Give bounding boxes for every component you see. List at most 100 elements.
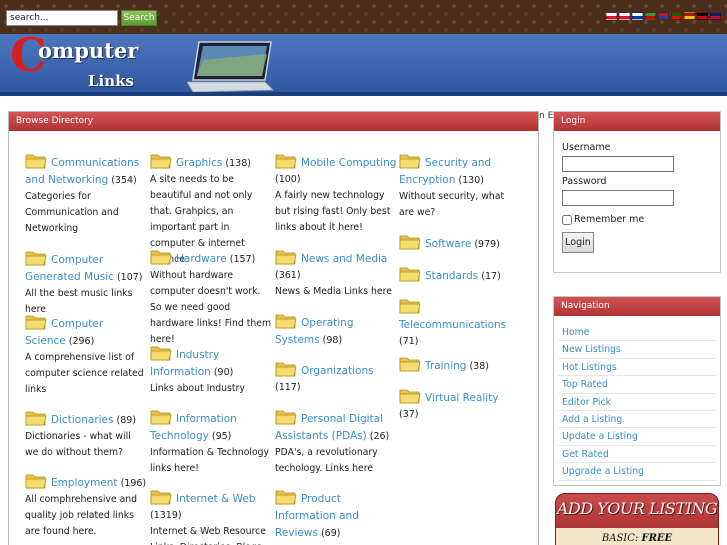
folder-icon — [399, 154, 421, 169]
category-link[interactable]: Training — [425, 360, 466, 372]
basic-label: BASIC: — [601, 533, 639, 544]
category-item: Training (38) — [399, 355, 521, 375]
browse-directory-panel: Browse Directory Communications and Netw… — [8, 111, 539, 545]
category-item: Communications and Networking (354) Categ… — [25, 152, 147, 237]
category-link[interactable]: Organizations — [301, 365, 374, 377]
category-link[interactable]: Standards — [425, 270, 478, 282]
category-description: All comphrehensive and quality job relat… — [25, 494, 138, 537]
category-item: News and Media (361) News & Media Links h… — [275, 248, 397, 300]
folder-icon — [399, 299, 421, 314]
portugal-flag-icon[interactable] — [671, 12, 682, 20]
navigation-link[interactable]: Home — [562, 327, 589, 338]
navigation-list: Home New Listings Hot Listings Top Rated Edi… — [554, 324, 720, 481]
laptop-icon — [186, 41, 274, 93]
spain-flag-icon[interactable] — [684, 12, 695, 20]
category-link[interactable]: Mobile Computing — [301, 157, 396, 169]
add-listing-banner[interactable]: ADD YOUR LISTING BASIC: FREE — [555, 493, 719, 545]
category-link[interactable]: Internet & Web — [176, 493, 255, 505]
category-item: Security and Encryption (130) Without sec… — [399, 152, 521, 221]
folder-icon — [275, 314, 297, 329]
navigation-link[interactable]: Get Rated — [562, 449, 609, 460]
category-description: A comprehensive list of computer science… — [25, 352, 144, 395]
username-label: Username — [562, 142, 611, 153]
uk-flag-icon[interactable] — [710, 12, 721, 20]
remember-me-checkbox[interactable] — [562, 214, 572, 225]
category-link[interactable]: News and Media — [301, 253, 387, 265]
logo-subword: Links — [88, 72, 134, 90]
category-link[interactable]: Software — [425, 238, 471, 250]
category-item: Operating Systems (98) — [275, 312, 397, 349]
navigation-panel: Navigation Home New Listings Hot Listings T… — [553, 296, 721, 486]
username-field[interactable] — [562, 156, 674, 172]
folder-icon — [399, 267, 421, 282]
navigation-link[interactable]: Editor Pick — [562, 397, 611, 408]
georgia-flag-icon[interactable] — [606, 12, 617, 20]
top-bar: Search — [0, 0, 727, 34]
remember-me-label: Remember me — [574, 214, 645, 225]
navigation-link[interactable]: New Listings — [562, 344, 621, 355]
category-link[interactable]: Dictionaries — [51, 414, 114, 426]
navigation-link[interactable]: Top Rated — [562, 379, 608, 390]
category-count: (1319) — [150, 510, 182, 521]
category-description: Without hardware computer doesn't work. … — [150, 270, 272, 345]
category-link[interactable]: Virtual Reality — [425, 392, 499, 404]
overflow-text: n E — [539, 111, 553, 121]
category-count: (296) — [68, 336, 95, 347]
category-count: (89) — [116, 415, 137, 426]
category-count: (157) — [229, 254, 256, 265]
header-stripe — [0, 92, 727, 96]
folder-icon — [25, 474, 47, 489]
category-link[interactable]: Employment — [51, 477, 118, 489]
navigation-item: Top Rated — [558, 376, 716, 394]
category-item: Computer Generated Music (107) All the be… — [25, 249, 147, 318]
category-count: (26) — [369, 431, 390, 442]
navigation-title: Navigation — [554, 297, 720, 316]
category-description: A fairly new technology but rising fast!… — [275, 190, 391, 233]
category-count: (361) — [275, 270, 301, 281]
category-item: Dictionaries (89) Dictionaries - what wil… — [25, 409, 147, 461]
folder-icon — [150, 346, 172, 361]
browse-directory-title: Browse Directory — [9, 112, 538, 131]
navigation-item: Get Rated — [558, 446, 716, 464]
search-button[interactable]: Search — [121, 10, 157, 26]
login-button[interactable]: Login — [562, 232, 594, 253]
category-item: Internet & Web (1319) Internet & Web Reso… — [150, 488, 272, 545]
category-count: (130) — [458, 175, 484, 186]
folder-icon — [399, 357, 421, 372]
search-input[interactable] — [6, 10, 118, 26]
category-description: Information & Technology links here! — [150, 447, 270, 474]
basic-price-value: FREE — [641, 533, 673, 544]
navigation-link[interactable]: Update a Listing — [562, 431, 638, 442]
category-item: Organizations (117) — [275, 360, 397, 396]
category-item: Telecommunications (71) — [399, 297, 521, 350]
navigation-item: New Listings — [558, 341, 716, 359]
category-link[interactable]: Hardware — [176, 253, 227, 265]
category-count: (979) — [474, 239, 500, 250]
category-description: Dictionaries - what will we do without t… — [25, 431, 131, 458]
add-listing-title: ADD YOUR LISTING — [556, 499, 718, 518]
navigation-link[interactable]: Upgrade a Listing — [562, 466, 644, 477]
folder-icon — [150, 410, 172, 425]
poland-flag-icon[interactable] — [619, 12, 630, 20]
category-count: (354) — [111, 175, 137, 186]
iran-flag-icon[interactable] — [645, 12, 656, 20]
category-item: Product Information and Reviews (69) — [275, 488, 397, 542]
russia-flag-icon[interactable] — [632, 12, 643, 20]
germany-flag-icon[interactable] — [697, 12, 708, 20]
category-link[interactable]: Telecommunications — [399, 319, 506, 331]
category-count: (17) — [481, 271, 501, 282]
category-description: Links about Industry — [150, 383, 245, 394]
site-logo[interactable]: C omputer Links — [8, 32, 178, 96]
navigation-link[interactable]: Add a Listing — [562, 414, 622, 425]
category-description: Categories for Communication and Network… — [25, 191, 119, 234]
category-count: (90) — [213, 367, 234, 378]
navigation-link[interactable]: Hot Listings — [562, 362, 617, 373]
folder-icon — [275, 490, 297, 505]
category-description: News & Media Links here — [275, 286, 392, 297]
netherlands-flag-icon[interactable] — [658, 12, 669, 20]
folder-icon — [25, 154, 47, 169]
password-field[interactable] — [562, 190, 674, 206]
login-panel: Login Username Password Remember me Logi… — [553, 111, 721, 273]
category-link[interactable]: Graphics — [176, 157, 222, 169]
folder-icon — [275, 250, 297, 265]
